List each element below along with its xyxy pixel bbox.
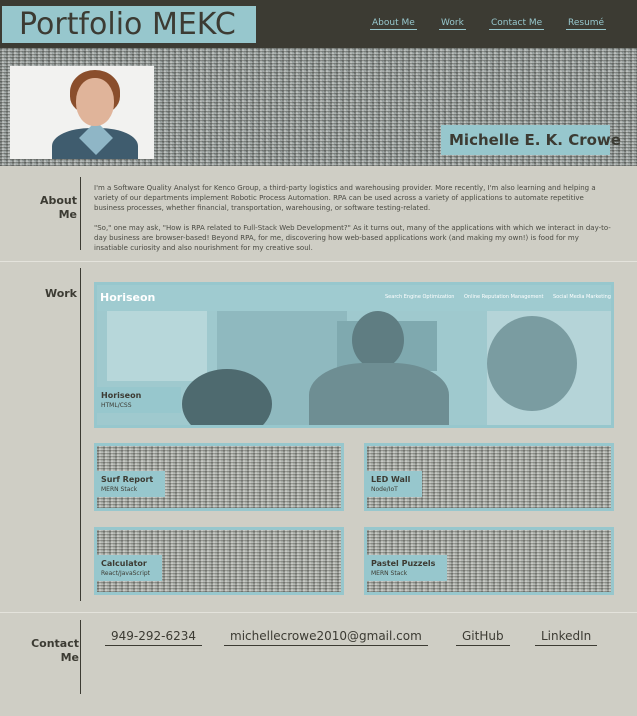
led-wall-caption: LED Wall Node/IoT: [367, 471, 423, 497]
horiseon-nav-orm: Online Reputation Management: [464, 294, 544, 300]
image-person-body-shape: [309, 363, 449, 425]
led-wall-title: LED Wall: [371, 475, 411, 484]
nav-work[interactable]: Work: [439, 18, 466, 30]
profile-photo: [10, 66, 154, 159]
image-person-head-shape: [352, 311, 404, 369]
pastel-puzzels-title: Pastel Puzzels: [371, 559, 436, 568]
horiseon-nav-seo: Search Engine Optimization: [385, 294, 455, 300]
contact-phone-link[interactable]: 949-292-6234: [105, 629, 203, 646]
contact-label-line2: Me: [60, 651, 79, 664]
nav-contact-me[interactable]: Contact Me: [489, 18, 545, 30]
horiseon-nav-smm: Social Media Marketing: [553, 294, 611, 300]
section-separator-1: [0, 261, 637, 262]
horiseon-header-strip: Horiseon Search Engine Optimization Onli…: [97, 285, 611, 311]
contact-label-line1: Contact: [31, 637, 79, 650]
contact-linkedin-link[interactable]: LinkedIn: [535, 629, 598, 646]
pastel-puzzels-subtitle: MERN Stack: [371, 570, 408, 577]
project-card-led-wall[interactable]: LED Wall Node/IoT: [364, 443, 614, 511]
contact-github-link[interactable]: GitHub: [456, 629, 510, 646]
project-card-pastel-puzzels[interactable]: Pastel Puzzels MERN Stack: [364, 527, 614, 595]
horiseon-caption: Horiseon HTML/CSS: [97, 387, 182, 413]
image-person3-shape: [487, 316, 577, 411]
contact-divider: [80, 620, 81, 694]
calculator-title: Calculator: [101, 559, 147, 568]
section-separator-2: [0, 612, 637, 613]
surf-report-subtitle: MERN Stack: [101, 486, 138, 493]
hero-name: Michelle E. K. Crowe: [449, 131, 621, 149]
about-paragraph-2: "So," one may ask, "How is RPA related t…: [94, 224, 611, 252]
surf-report-caption: Surf Report MERN Stack: [97, 471, 166, 497]
nav-resume[interactable]: Resumé: [566, 18, 607, 30]
horiseon-title: Horiseon: [101, 391, 142, 400]
photo-face-shape: [76, 78, 114, 126]
calculator-subtitle: React/JavaScript: [101, 570, 151, 577]
contact-email-link[interactable]: michellecrowe2010@gmail.com: [224, 629, 428, 646]
about-divider: [80, 177, 81, 250]
horiseon-logo: Horiseon: [100, 291, 156, 304]
led-wall-subtitle: Node/IoT: [371, 486, 398, 493]
about-label-line2: Me: [58, 208, 77, 221]
work-divider: [80, 268, 81, 601]
contact-section-label: Contact Me: [30, 637, 79, 665]
horiseon-subtitle: HTML/CSS: [101, 402, 132, 409]
work-section-label: Work: [44, 287, 77, 300]
pastel-puzzels-caption: Pastel Puzzels MERN Stack: [367, 555, 448, 581]
image-window-shape: [107, 311, 207, 381]
name-badge: Michelle E. K. Crowe: [441, 125, 621, 155]
calculator-caption: Calculator React/JavaScript: [97, 555, 163, 581]
about-section-label: About Me: [30, 194, 77, 222]
brand-block: Portfolio MEKC: [2, 6, 256, 43]
project-card-surf-report[interactable]: Surf Report MERN Stack: [94, 443, 344, 511]
project-card-horiseon[interactable]: Horiseon Search Engine Optimization Onli…: [94, 282, 614, 428]
surf-report-title: Surf Report: [101, 475, 154, 484]
brand-title[interactable]: Portfolio MEKC: [19, 6, 236, 43]
about-label-line1: About: [39, 194, 77, 207]
nav-about-me[interactable]: About Me: [370, 18, 417, 30]
about-paragraph-1: I'm a Software Quality Analyst for Kenco…: [94, 184, 596, 212]
project-card-calculator[interactable]: Calculator React/JavaScript: [94, 527, 344, 595]
